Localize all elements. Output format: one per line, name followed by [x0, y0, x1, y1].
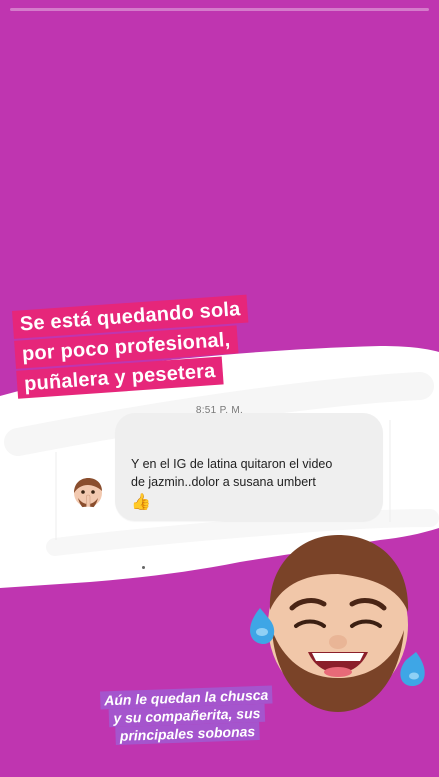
story-progress-bar: [10, 8, 429, 11]
bottom-caption-line: principales sobonas: [115, 721, 260, 745]
message-bubble: Y en el IG de latina quitaron el video d…: [115, 413, 383, 521]
memoji-shush-avatar-icon: [68, 475, 108, 515]
stray-mark: [142, 566, 145, 569]
avatar-svg: [74, 478, 102, 515]
message-line: de jazmin..dolor a susana umbert: [131, 475, 316, 489]
message-text: Y en el IG de latina quitaron el video d…: [131, 455, 371, 491]
bottom-caption: Aún le quedan la chusca y su compañerita…: [86, 685, 288, 746]
message-line: Y en el IG de latina quitaron el video: [131, 457, 333, 471]
thumbs-up-icon: 👍: [131, 494, 151, 511]
story-frame[interactable]: 8:51 P. M. Y en el IG de latina quitaron…: [0, 0, 439, 777]
